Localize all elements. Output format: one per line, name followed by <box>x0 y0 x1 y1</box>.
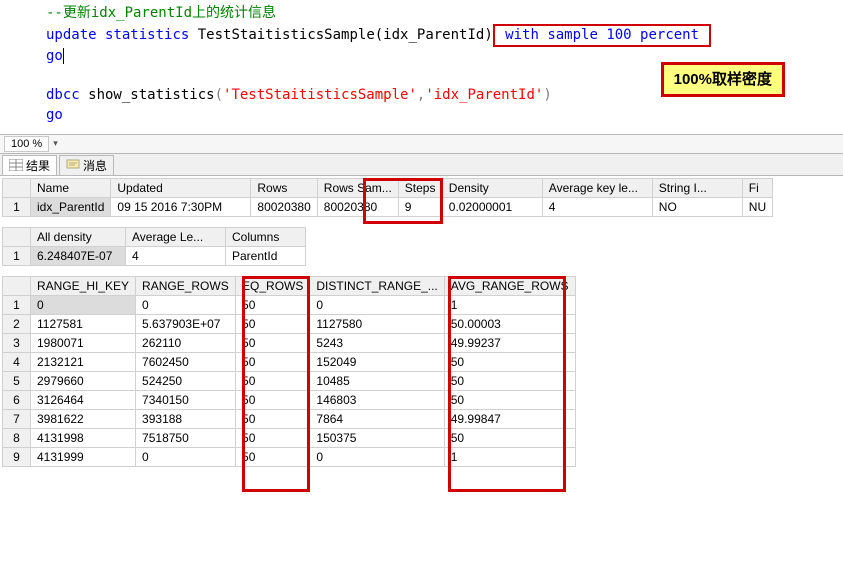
col-distinct[interactable]: DISTINCT_RANGE_... <box>310 276 444 295</box>
grid-density[interactable]: All density Average Le... Columns 1 6.24… <box>2 227 306 266</box>
col-rangerows[interactable]: RANGE_ROWS <box>136 276 236 295</box>
kw-statistics: statistics <box>105 27 189 43</box>
kw-update: update <box>46 27 97 43</box>
col-rows-sampled[interactable]: Rows Sam... <box>317 178 398 197</box>
table-row: 3198007126211050524349.99237 <box>3 333 576 352</box>
tab-results-label: 结果 <box>26 157 50 174</box>
col-density[interactable]: Density <box>442 178 542 197</box>
col-avglen[interactable]: Average Le... <box>126 227 226 246</box>
code-func: show_statistics <box>80 87 215 103</box>
table-row: 1 idx_ParentId 09 15 2016 7:30PM 8002038… <box>3 197 773 216</box>
tab-messages-label: 消息 <box>83 157 107 174</box>
str-index: 'idx_ParentId' <box>425 87 543 103</box>
grid1-wrap: Name Updated Rows Rows Sam... Steps Dens… <box>0 178 843 217</box>
grid-stat-header[interactable]: Name Updated Rows Rows Sam... Steps Dens… <box>2 178 773 217</box>
annotation-badge: 100%取样密度 <box>661 62 785 97</box>
corner-cell <box>3 227 31 246</box>
code-target: TestStaitisticsSample(idx_ParentId) <box>189 27 492 43</box>
table-row: 7398162239318850786449.99847 <box>3 409 576 428</box>
col-name[interactable]: Name <box>31 178 111 197</box>
corner-cell <box>3 276 31 295</box>
sql-editor[interactable]: --更新idx_ParentId上的统计信息 update statistics… <box>0 0 843 134</box>
col-avgkey[interactable]: Average key le... <box>542 178 652 197</box>
col-eqrows[interactable]: EQ_ROWS <box>236 276 310 295</box>
tab-messages[interactable]: 消息 <box>59 155 114 175</box>
table-row: 1005001 <box>3 295 576 314</box>
col-string[interactable]: String I... <box>652 178 742 197</box>
highlight-with-sample: with sample 100 percent <box>493 24 712 48</box>
corner-cell <box>3 178 31 197</box>
col-steps[interactable]: Steps <box>398 178 442 197</box>
col-filter[interactable]: Fi <box>742 178 772 197</box>
code-comment: --更新idx_ParentId上的统计信息 <box>46 5 276 21</box>
col-rows[interactable]: Rows <box>251 178 317 197</box>
grid-histogram[interactable]: RANGE_HI_KEY RANGE_ROWS EQ_ROWS DISTINCT… <box>2 276 576 467</box>
zoom-dropdown-icon[interactable]: ▾ <box>53 138 58 149</box>
table-row: 9413199905001 <box>3 447 576 466</box>
zoom-select[interactable]: 100 % <box>4 136 49 152</box>
results-tabs: 结果 消息 <box>0 154 843 176</box>
table-row: 1 6.248407E-07 4 ParentId <box>3 246 306 265</box>
col-columns[interactable]: Columns <box>226 227 306 246</box>
results-pane: Name Updated Rows Rows Sam... Steps Dens… <box>0 178 843 467</box>
str-table: 'TestStaitisticsSample' <box>223 87 417 103</box>
table-row: 8413199875187505015037550 <box>3 428 576 447</box>
col-rangehikey[interactable]: RANGE_HI_KEY <box>31 276 136 295</box>
message-icon <box>66 159 80 171</box>
col-updated[interactable]: Updated <box>111 178 251 197</box>
zoom-toolbar: 100 % ▾ <box>0 134 843 154</box>
kw-go: go <box>46 48 63 64</box>
table-row: 4213212176024505015204950 <box>3 352 576 371</box>
col-avgrange[interactable]: AVG_RANGE_ROWS <box>444 276 575 295</box>
kw-go2: go <box>46 107 63 123</box>
table-row: 211275815.637903E+0750112758050.00003 <box>3 314 576 333</box>
col-alldensity[interactable]: All density <box>31 227 126 246</box>
table-row: 52979660524250501048550 <box>3 371 576 390</box>
text-cursor <box>63 48 64 64</box>
table-row: 6312646473401505014680350 <box>3 390 576 409</box>
table-icon <box>9 159 23 171</box>
grid3-wrap: RANGE_HI_KEY RANGE_ROWS EQ_ROWS DISTINCT… <box>0 276 843 467</box>
kw-dbcc: dbcc <box>46 87 80 103</box>
tab-results[interactable]: 结果 <box>2 155 57 175</box>
